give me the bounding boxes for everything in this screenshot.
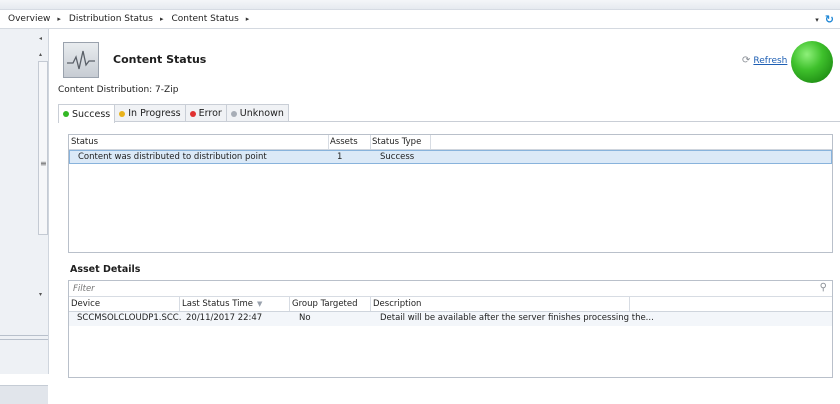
last-status-time-cell: 20/11/2017 22:47 xyxy=(186,313,263,323)
breadcrumb-overview[interactable]: Overview xyxy=(0,14,50,24)
tab-success[interactable]: Success xyxy=(58,104,116,123)
device-cell: SCCMSOLCLOUDP1.SCC... xyxy=(77,313,181,323)
breadcrumb: Overview ▸ Distribution Status ▸ Content… xyxy=(0,10,840,29)
navigation-pane: ◂ ▴ ≡ ▾ xyxy=(0,29,49,404)
column-header-assets[interactable]: Assets xyxy=(328,135,371,149)
column-header-device[interactable]: Device xyxy=(69,297,180,311)
refresh-icon: ⟳ xyxy=(742,55,751,66)
tab-label: Error xyxy=(198,108,222,119)
status-orb-icon xyxy=(791,41,833,83)
status-type-cell: Success xyxy=(380,152,415,162)
column-header-group-targeted[interactable]: Group Targeted xyxy=(290,297,371,311)
breadcrumb-distribution-status[interactable]: Distribution Status xyxy=(61,14,153,24)
column-header-label: Last Status Time xyxy=(182,299,253,309)
pane-splitter[interactable] xyxy=(0,335,48,340)
refresh-icon[interactable]: ↻ xyxy=(825,13,834,26)
filter-input[interactable] xyxy=(71,282,805,295)
page-title: Content Status xyxy=(113,53,207,66)
window-top-strip xyxy=(0,0,840,10)
column-header-status-type[interactable]: Status Type xyxy=(370,135,431,149)
chevron-right-icon: ▸ xyxy=(159,15,164,23)
group-targeted-cell: No xyxy=(299,313,311,323)
asset-grid-header: Device Last Status Time ▼ Group Targeted … xyxy=(69,297,832,312)
unknown-status-icon xyxy=(230,110,237,117)
status-grid-header: Status Assets Status Type xyxy=(69,135,832,150)
chevron-down-icon[interactable]: ▾ xyxy=(815,16,819,24)
tab-unknown[interactable]: Unknown xyxy=(225,104,289,122)
scrollbar-thumb[interactable] xyxy=(38,61,48,235)
status-grid: Status Assets Status Type Content was di… xyxy=(68,134,833,253)
asset-details-grid: ⚲ Device Last Status Time ▼ Group Targete… xyxy=(68,280,833,378)
monitoring-icon xyxy=(63,42,99,78)
breadcrumb-content-status[interactable]: Content Status xyxy=(163,14,238,24)
column-header-last-status-time[interactable]: Last Status Time ▼ xyxy=(180,297,290,311)
status-cell: Content was distributed to distribution … xyxy=(78,152,267,162)
chevron-right-icon: ▸ xyxy=(57,15,61,23)
column-header-status[interactable]: Status xyxy=(69,135,329,149)
tab-label: Success xyxy=(72,108,111,120)
status-tabs: Success In Progress Error Unknown xyxy=(58,104,289,123)
tab-label: Unknown xyxy=(239,108,284,119)
error-status-icon xyxy=(189,110,196,117)
scroll-up-icon[interactable]: ▴ xyxy=(39,51,42,58)
assets-cell: 1 xyxy=(337,152,343,162)
refresh-label[interactable]: Refresh xyxy=(753,56,787,66)
in-progress-status-icon xyxy=(119,110,126,117)
search-icon[interactable]: ⚲ xyxy=(820,282,827,293)
filter-bar: ⚲ xyxy=(69,281,832,297)
chevron-left-icon[interactable]: ◂ xyxy=(39,35,42,42)
asset-details-title: Asset Details xyxy=(70,264,141,275)
tab-label: In Progress xyxy=(128,108,181,119)
description-cell: Detail will be available after the serve… xyxy=(380,313,654,323)
tab-in-progress[interactable]: In Progress xyxy=(114,104,186,122)
column-header-description[interactable]: Description xyxy=(371,297,630,311)
content-distribution-label: Content Distribution: 7-Zip xyxy=(58,85,179,95)
grip-icon[interactable]: ≡ xyxy=(40,159,47,168)
tab-panel-success: Status Assets Status Type Content was di… xyxy=(58,121,840,378)
tab-error[interactable]: Error xyxy=(184,104,227,122)
sort-descending-icon: ▼ xyxy=(257,300,263,308)
chevron-right-icon[interactable]: ▸ xyxy=(239,15,250,23)
workspace-button[interactable] xyxy=(0,385,48,404)
scroll-down-icon[interactable]: ▾ xyxy=(39,291,42,298)
table-row[interactable]: SCCMSOLCLOUDP1.SCC... 20/11/2017 22:47 N… xyxy=(69,312,832,326)
refresh-link[interactable]: ⟳ Refresh xyxy=(742,55,787,66)
content-status-pane: Content Status ⟳ Refresh Content Distrib… xyxy=(49,29,840,378)
table-row[interactable]: Content was distributed to distribution … xyxy=(69,150,832,164)
success-status-icon xyxy=(63,111,69,117)
